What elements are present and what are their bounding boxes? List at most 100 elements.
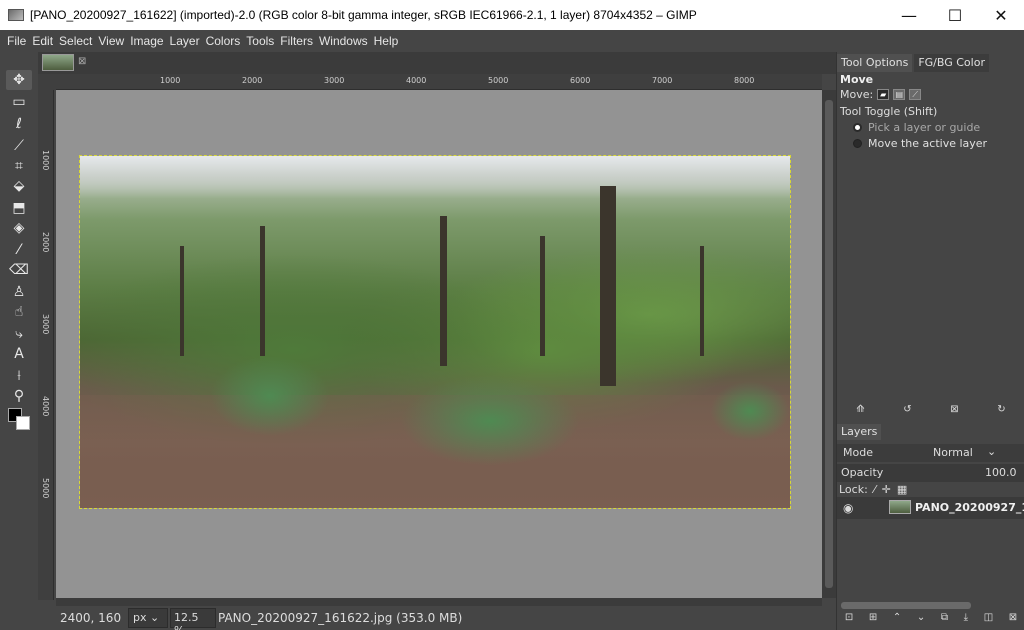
crop-tool-icon[interactable]: ⌗ (6, 156, 32, 176)
v-ruler-tick: 5000 (41, 478, 50, 499)
file-info: PANO_20200927_161622.jpg (353.0 MB) (218, 611, 463, 625)
smudge-tool-icon[interactable]: ☝ (6, 302, 32, 322)
delete-preset-icon[interactable]: ⊠ (950, 404, 958, 418)
merge-layer-icon[interactable]: ⤓ (964, 612, 968, 626)
menu-colors[interactable]: Colors (203, 34, 244, 48)
lock-row: Lock: ⁄ ✛ ▦ (839, 483, 907, 496)
v-ruler-tick: 1000 (41, 150, 50, 171)
visibility-eye-icon[interactable]: ◉ (843, 501, 853, 515)
move-selection-mode-icon[interactable]: ▤ (893, 89, 906, 100)
menu-edit[interactable]: Edit (29, 34, 56, 48)
tab-fgbg-color[interactable]: FG/BG Color (914, 54, 989, 72)
save-preset-icon[interactable]: ⟰ (856, 404, 864, 418)
tree-trunk (260, 226, 265, 356)
layer-row[interactable]: ◉ PANO_20200927_1 (837, 497, 1024, 519)
mask-layer-icon[interactable]: ◫ (984, 612, 993, 626)
menu-filters[interactable]: Filters (277, 34, 316, 48)
close-button[interactable]: ✕ (978, 0, 1024, 30)
warp-tool-icon[interactable]: ⬒ (6, 198, 32, 218)
tree-trunk (540, 236, 545, 356)
canvas-horizontal-scrollbar[interactable] (56, 598, 822, 606)
new-layer-group-icon[interactable]: ⊡ (845, 612, 853, 626)
transform-tool-icon[interactable]: ⬙ (6, 176, 32, 196)
image-tab-thumbnail[interactable] (42, 54, 74, 71)
tree-trunk (600, 186, 616, 386)
move-layer-mode-icon[interactable]: ▰ (877, 89, 890, 100)
opacity-label: Opacity (841, 466, 884, 479)
tool-options-title: Move (840, 73, 874, 86)
restore-preset-icon[interactable]: ↺ (903, 404, 911, 418)
h-ruler-tick: 7000 (652, 76, 673, 85)
rect-select-tool-icon[interactable]: ▭ (6, 92, 32, 112)
radio-off-icon (853, 139, 862, 148)
menu-tools[interactable]: Tools (243, 34, 277, 48)
menu-windows[interactable]: Windows (316, 34, 371, 48)
clone-tool-icon[interactable]: ♙ (6, 282, 32, 302)
title-bar: [PANO_20200927_161622] (imported)-2.0 (R… (0, 0, 1024, 30)
paintbrush-tool-icon[interactable]: ⁄ (6, 240, 32, 260)
lock-pixels-icon[interactable]: ⁄ (874, 483, 876, 496)
move-tool-icon[interactable]: ✥ (6, 70, 32, 90)
reset-icon[interactable]: ↻ (997, 404, 1005, 418)
lock-alpha-icon[interactable]: ▦ (897, 483, 907, 496)
layers-horizontal-scrollbar[interactable] (841, 602, 971, 609)
minimize-button[interactable]: — (886, 0, 932, 30)
chevron-down-icon: ⌄ (150, 611, 160, 624)
maximize-button[interactable]: ☐ (932, 0, 978, 30)
status-bar: 2400, 160 px ⌄ 12.5 % PANO_20200927_1616… (38, 606, 836, 630)
radio-move-active[interactable]: Move the active layer (853, 137, 987, 150)
tool-toggle-label: Tool Toggle (Shift) (840, 105, 938, 118)
v-ruler-tick: 4000 (41, 396, 50, 417)
lower-layer-icon[interactable]: ⌄ (917, 612, 925, 626)
raise-layer-icon[interactable]: ⌃ (893, 612, 901, 626)
menu-image[interactable]: Image (127, 34, 166, 48)
unit-value: px (133, 611, 147, 624)
radio-move-label: Move the active layer (868, 137, 988, 150)
menu-help[interactable]: Help (371, 34, 402, 48)
tree-trunk (700, 246, 704, 356)
unit-dropdown[interactable]: px ⌄ (128, 608, 168, 628)
vertical-ruler[interactable]: 1000 2000 3000 4000 5000 (38, 90, 54, 600)
paths-tool-icon[interactable]: ⤷ (6, 324, 32, 344)
gimp-app-icon (8, 9, 24, 21)
bucket-fill-tool-icon[interactable]: ◈ (6, 218, 32, 238)
menu-bar: File Edit Select View Image Layer Colors… (0, 30, 1024, 52)
h-ruler-tick: 3000 (324, 76, 345, 85)
close-image-tab-icon[interactable]: ⊠ (78, 56, 86, 67)
h-ruler-tick: 5000 (488, 76, 509, 85)
h-ruler-tick: 8000 (734, 76, 755, 85)
horizontal-ruler[interactable]: 1000 2000 3000 4000 5000 6000 7000 8000 (56, 74, 822, 90)
lasso-tool-icon[interactable]: ℓ (6, 114, 32, 134)
radio-pick-layer[interactable]: Pick a layer or guide (853, 121, 980, 134)
delete-layer-icon[interactable]: ⊠ (1009, 612, 1017, 626)
menu-select[interactable]: Select (56, 34, 95, 48)
eraser-tool-icon[interactable]: ⌫ (6, 260, 32, 280)
h-ruler-tick: 4000 (406, 76, 427, 85)
right-dock: Tool Options FG/BG Color Move Move: ▰ ▤ … (836, 52, 1024, 630)
opacity-row[interactable]: Opacity 100.0 (837, 464, 1024, 482)
background-color-swatch[interactable] (16, 416, 30, 430)
fern-patch (710, 381, 790, 441)
zoom-dropdown[interactable]: 12.5 % (170, 608, 216, 630)
canvas-vertical-scrollbar[interactable] (822, 90, 836, 598)
text-tool-icon[interactable]: A (6, 344, 32, 364)
mode-label: Mode (843, 446, 873, 459)
move-path-mode-icon[interactable]: ⟋ (909, 89, 922, 100)
pointer-coordinates: 2400, 160 (60, 611, 122, 625)
color-picker-tool-icon[interactable]: ⟊ (6, 366, 32, 386)
menu-layer[interactable]: Layer (167, 34, 203, 48)
layers-actions: ⊡ ⊞ ⌃ ⌄ ⧉ ⤓ ◫ ⊠ (837, 612, 1024, 626)
tab-tool-options[interactable]: Tool Options (837, 54, 913, 72)
tab-layers[interactable]: Layers (837, 424, 882, 440)
duplicate-layer-icon[interactable]: ⧉ (941, 612, 948, 626)
radio-pick-label: Pick a layer or guide (868, 121, 981, 134)
menu-view[interactable]: View (95, 34, 127, 48)
menu-file[interactable]: File (4, 34, 29, 48)
layer-mode-row[interactable]: Mode Normal ⌄ (837, 444, 1024, 462)
fuzzy-select-tool-icon[interactable]: ⟋ (6, 136, 32, 156)
lock-label: Lock: (839, 483, 868, 496)
zoom-tool-icon[interactable]: ⚲ (6, 386, 32, 406)
lock-position-icon[interactable]: ✛ (882, 483, 891, 496)
new-layer-icon[interactable]: ⊞ (869, 612, 877, 626)
panorama-image[interactable] (79, 155, 791, 509)
